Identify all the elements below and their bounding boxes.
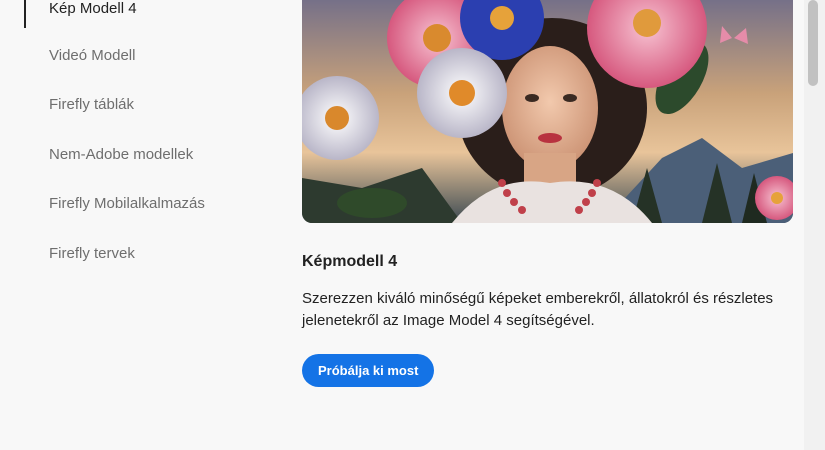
- sidebar-nav: Kép Modell 4 Videó Modell Firefly táblák…: [0, 0, 290, 450]
- sidebar-item-firefly-plans[interactable]: Firefly tervek: [49, 245, 135, 262]
- try-now-button[interactable]: Próbálja ki most: [302, 354, 435, 387]
- sidebar-item-video-model[interactable]: Videó Modell: [49, 47, 135, 64]
- hero-image: [302, 0, 793, 223]
- sidebar-item-image-model-4[interactable]: Kép Modell 4: [49, 0, 137, 17]
- sidebar-item-firefly-mobile-app[interactable]: Firefly Mobilalkalmazás: [49, 195, 205, 212]
- scrollbar-thumb[interactable]: [808, 0, 818, 86]
- card-description: Szerezzen kiváló minőségű képeket embere…: [302, 290, 774, 329]
- active-indicator: [24, 0, 26, 28]
- sidebar-item-non-adobe-models[interactable]: Nem-Adobe modellek: [49, 146, 193, 163]
- sidebar-item-firefly-boards[interactable]: Firefly táblák: [49, 96, 134, 113]
- card-title: Képmodell 4: [302, 253, 398, 270]
